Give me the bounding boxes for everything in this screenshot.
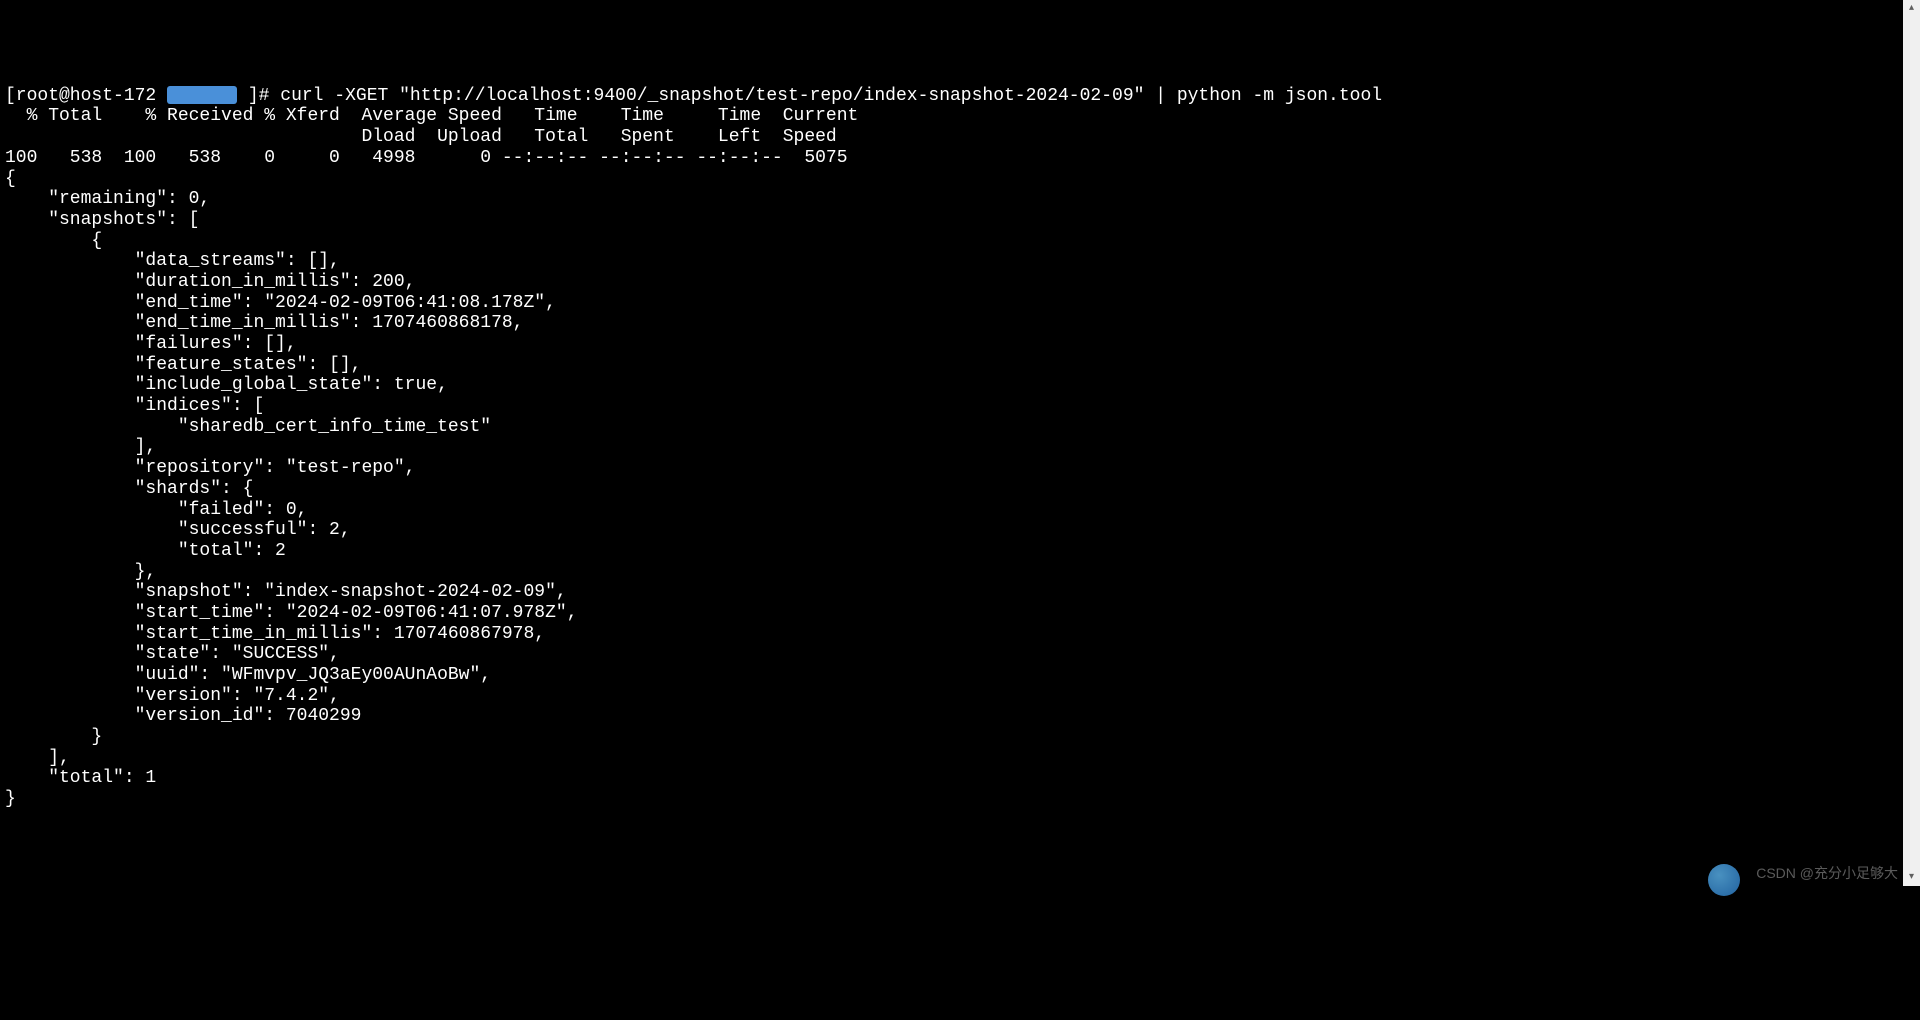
curl-header-2: Dload Upload Total Spent Left Speed xyxy=(5,127,837,147)
vertical-scrollbar[interactable]: ▴ ▾ xyxy=(1903,0,1920,886)
redacted-host xyxy=(167,86,237,104)
terminal-output[interactable]: [root@host-172 ]# curl -XGET "http://loc… xyxy=(5,86,1915,810)
scroll-down-arrow-icon[interactable]: ▾ xyxy=(1903,869,1920,886)
curl-progress: 100 538 100 538 0 0 4998 0 --:--:-- --:-… xyxy=(5,148,848,168)
prompt-user: [root@host-172 xyxy=(5,86,156,106)
command-text: curl -XGET "http://localhost:9400/_snaps… xyxy=(280,86,1382,106)
scroll-up-arrow-icon[interactable]: ▴ xyxy=(1903,0,1920,17)
prompt-closing: ]# xyxy=(248,86,270,106)
csdn-watermark-text: CSDN @充分小足够大 xyxy=(1756,865,1898,881)
json-output: { "remaining": 0, "snapshots": [ { "data… xyxy=(5,169,1915,810)
prompt-line: [root@host-172 ]# curl -XGET "http://loc… xyxy=(5,86,1382,106)
curl-header-1: % Total % Received % Xferd Average Speed… xyxy=(5,106,858,126)
